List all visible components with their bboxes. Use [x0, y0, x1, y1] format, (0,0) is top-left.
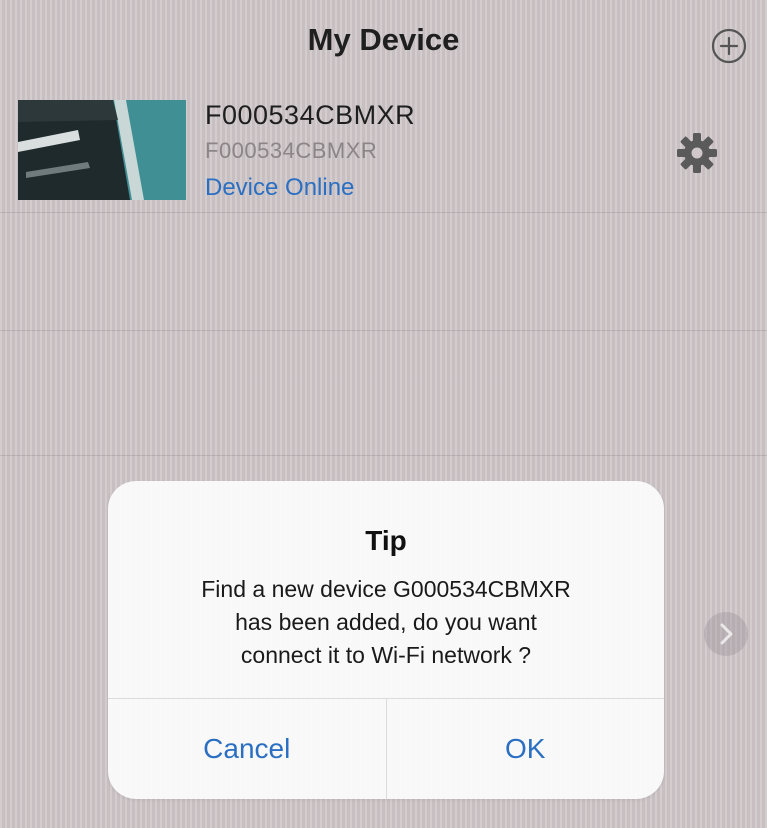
ok-button[interactable]: OK: [387, 699, 665, 799]
add-device-button[interactable]: [709, 26, 749, 66]
tip-dialog: Tip Find a new device G000534CBMXR has b…: [108, 481, 664, 799]
dialog-actions: Cancel OK: [108, 698, 664, 799]
gear-icon: [677, 133, 717, 173]
device-id: F000534CBMXR: [205, 138, 378, 163]
cancel-button[interactable]: Cancel: [108, 699, 387, 799]
dialog-message-line: has been added, do you want: [235, 609, 537, 635]
divider: [0, 455, 767, 456]
device-status: Device Online: [205, 174, 355, 201]
device-thumbnail: [18, 100, 186, 200]
device-settings-button[interactable]: [674, 130, 720, 176]
dialog-message-line: connect it to Wi-Fi network ?: [240, 642, 532, 668]
device-name: F000534CBMXR: [205, 100, 416, 130]
dialog-title: Tip: [365, 525, 407, 556]
page-title: My Device: [307, 22, 460, 57]
camera-preview-image: [18, 100, 186, 200]
dialog-message-line: Find a new device G000534CBMXR: [201, 576, 571, 602]
device-list-item[interactable]: F000534CBMXR F000534CBMXR Device Online: [0, 94, 767, 206]
divider: [0, 212, 767, 213]
plus-circle-icon: [711, 28, 747, 64]
nav-header: My Device: [0, 0, 767, 88]
dialog-message: Find a new device G000534CBMXR has been …: [138, 573, 634, 672]
chevron-right-icon: [704, 612, 748, 656]
divider: [0, 330, 767, 331]
